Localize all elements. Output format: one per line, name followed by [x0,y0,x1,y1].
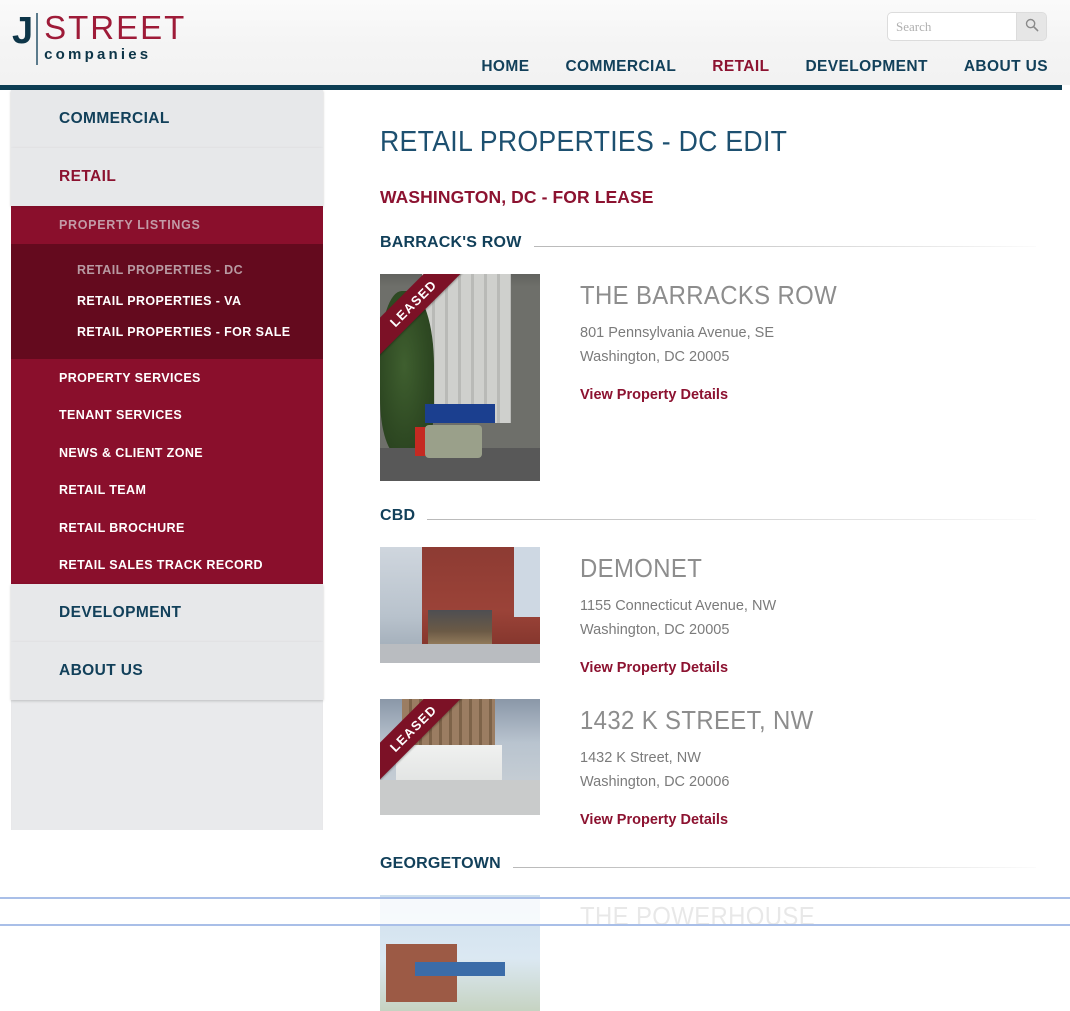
view-property-details-link[interactable]: View Property Details [580,812,728,828]
left-gutter [0,90,11,928]
sidebar-item-label: RETAIL PROPERTIES - FOR SALE [77,324,291,339]
sky-region [514,547,540,617]
sidebar-item-label: PROPERTY SERVICES [59,370,201,385]
sidebar-item-retail[interactable]: RETAIL [11,148,323,206]
logo-street-text: STREET [44,9,187,46]
nav-item-about-us[interactable]: ABOUT US [964,58,1048,76]
storefront-sign [424,404,496,424]
sidebar-item-retail-properties-for-sale[interactable]: RETAIL PROPERTIES - FOR SALE [11,316,323,347]
section-divider [533,246,1036,247]
property-info: THE POWERHOUSE [580,895,836,1011]
sidebar-item-label: RETAIL TEAM [59,483,147,498]
property-address-line2: Washington, DC 20006 [580,774,730,790]
sidebar-item-label: COMMERCIAL [59,110,170,127]
property-address-line2: Washington, DC 20005 [580,622,730,638]
logo-letter-j: J [12,10,33,52]
street-surface [380,780,540,815]
sidebar-retail-submenu: PROPERTY LISTINGS RETAIL PROPERTIES - DC… [11,206,323,584]
sidebar-item-about-us[interactable]: ABOUT US [11,642,323,700]
sidebar-item-retail-team[interactable]: RETAIL TEAM [11,472,323,510]
page-title: RETAIL PROPERTIES - DC EDIT [380,126,788,158]
sidebar-item-news-client-zone[interactable]: NEWS & CLIENT ZONE [11,434,323,472]
property-address-line1: 801 Pennsylvania Avenue, SE [580,325,775,341]
page-subtitle: WASHINGTON, DC - FOR LEASE [380,187,654,207]
sidebar-item-property-listings[interactable]: PROPERTY LISTINGS [11,206,323,244]
listing-item: THE POWERHOUSE [380,895,1036,1011]
sidebar-item-label: RETAIL PROPERTIES - VA [77,293,242,308]
sidebar-item-label: PROPERTY LISTINGS [59,218,201,232]
sidebar-item-label: TENANT SERVICES [59,408,183,423]
section-header-barracks-row: BARRACK'S ROW [380,234,1036,252]
site-logo[interactable]: J STREET companies [12,11,186,69]
listing-item: LEASED 1432 K STREET, NW 1432 K Street, … [380,699,1036,829]
sidebar-item-tenant-services[interactable]: TENANT SERVICES [11,397,323,435]
top-navigation: HOME COMMERCIAL RETAIL DEVELOPMENT ABOUT… [481,58,1048,76]
sidebar-navigation: COMMERCIAL RETAIL PROPERTY LISTINGS RETA… [11,90,323,830]
section-label: CBD [380,507,416,524]
sidebar-top-group: COMMERCIAL RETAIL [11,90,323,206]
view-property-details-link[interactable]: View Property Details [580,660,728,676]
property-name: THE POWERHOUSE [580,901,816,931]
sidebar-item-label: RETAIL PROPERTIES - DC [77,262,243,277]
property-address-line1: 1155 Connecticut Avenue, NW [580,598,777,614]
sidebar-item-retail-properties-dc[interactable]: RETAIL PROPERTIES - DC [11,254,323,285]
property-photo [380,895,540,1011]
property-thumbnail[interactable]: LEASED [380,274,540,481]
section-header-cbd: CBD [380,507,1036,525]
logo-divider [36,13,39,65]
sidebar-item-property-services[interactable]: PROPERTY SERVICES [11,359,323,397]
sidebar-item-retail-brochure[interactable]: RETAIL BROCHURE [11,509,323,547]
property-name: 1432 K STREET, NW [580,705,814,735]
sidebar-bottom-group: DEVELOPMENT ABOUT US [11,584,323,700]
sidebar-item-label: DEVELOPMENT [59,604,182,621]
parked-car [424,425,483,459]
property-info: THE BARRACKS ROW 801 Pennsylvania Avenue… [580,274,859,481]
property-name: THE BARRACKS ROW [580,280,838,310]
main-content: RETAIL PROPERTIES - DC EDIT WASHINGTON, … [380,90,1036,1011]
listing-item: LEASED THE BARRACKS ROW 801 Pennsylvania… [380,274,1036,481]
logo-companies-text: companies [44,46,152,63]
property-photo [380,699,540,815]
sidebar-item-label: NEWS & CLIENT ZONE [59,445,204,460]
property-photo [380,547,540,663]
listing-item: DEMONET 1155 Connecticut Avenue, NW Wash… [380,547,1036,677]
search-input[interactable] [888,13,1016,40]
section-divider [427,519,1036,520]
property-address-line2: Washington, DC 20005 [580,349,730,365]
sidebar-item-development[interactable]: DEVELOPMENT [11,584,323,642]
sidebar-item-label: RETAIL [59,168,117,185]
nav-item-retail[interactable]: RETAIL [712,58,769,76]
property-info: DEMONET 1155 Connecticut Avenue, NW Wash… [580,547,776,677]
sidebar-item-commercial[interactable]: COMMERCIAL [11,90,323,148]
property-info: 1432 K STREET, NW 1432 K Street, NW Wash… [580,699,834,829]
property-thumbnail[interactable] [380,895,540,1011]
nav-item-home[interactable]: HOME [481,58,529,76]
sidebar-item-retail-properties-va[interactable]: RETAIL PROPERTIES - VA [11,285,323,316]
nav-item-commercial[interactable]: COMMERCIAL [565,58,676,76]
property-address-line1: 1432 K Street, NW [580,750,701,766]
property-thumbnail[interactable] [380,547,540,663]
property-thumbnail[interactable]: LEASED [380,699,540,815]
section-divider [512,867,1036,868]
search-icon [1025,18,1039,35]
section-label: BARRACK'S ROW [380,234,522,251]
section-header-georgetown: GEORGETOWN [380,855,1036,873]
sidewalk-region [380,644,540,663]
nav-item-development[interactable]: DEVELOPMENT [805,58,927,76]
sidebar-property-listings-children: RETAIL PROPERTIES - DC RETAIL PROPERTIES… [11,244,323,359]
sidebar-filler [11,700,323,830]
property-name: DEMONET [580,553,703,583]
section-label: GEORGETOWN [380,855,501,872]
view-property-details-link[interactable]: View Property Details [580,387,728,403]
sidebar-item-label: ABOUT US [59,662,144,679]
search-box[interactable] [888,13,1046,40]
sidebar-item-label: RETAIL SALES TRACK RECORD [59,558,263,573]
site-header: J STREET companies HOME COMMERCIAL R [0,0,1070,85]
sidebar-item-retail-sales-track-record[interactable]: RETAIL SALES TRACK RECORD [11,547,323,585]
search-button[interactable] [1016,13,1046,40]
sidebar-item-label: RETAIL BROCHURE [59,520,185,535]
